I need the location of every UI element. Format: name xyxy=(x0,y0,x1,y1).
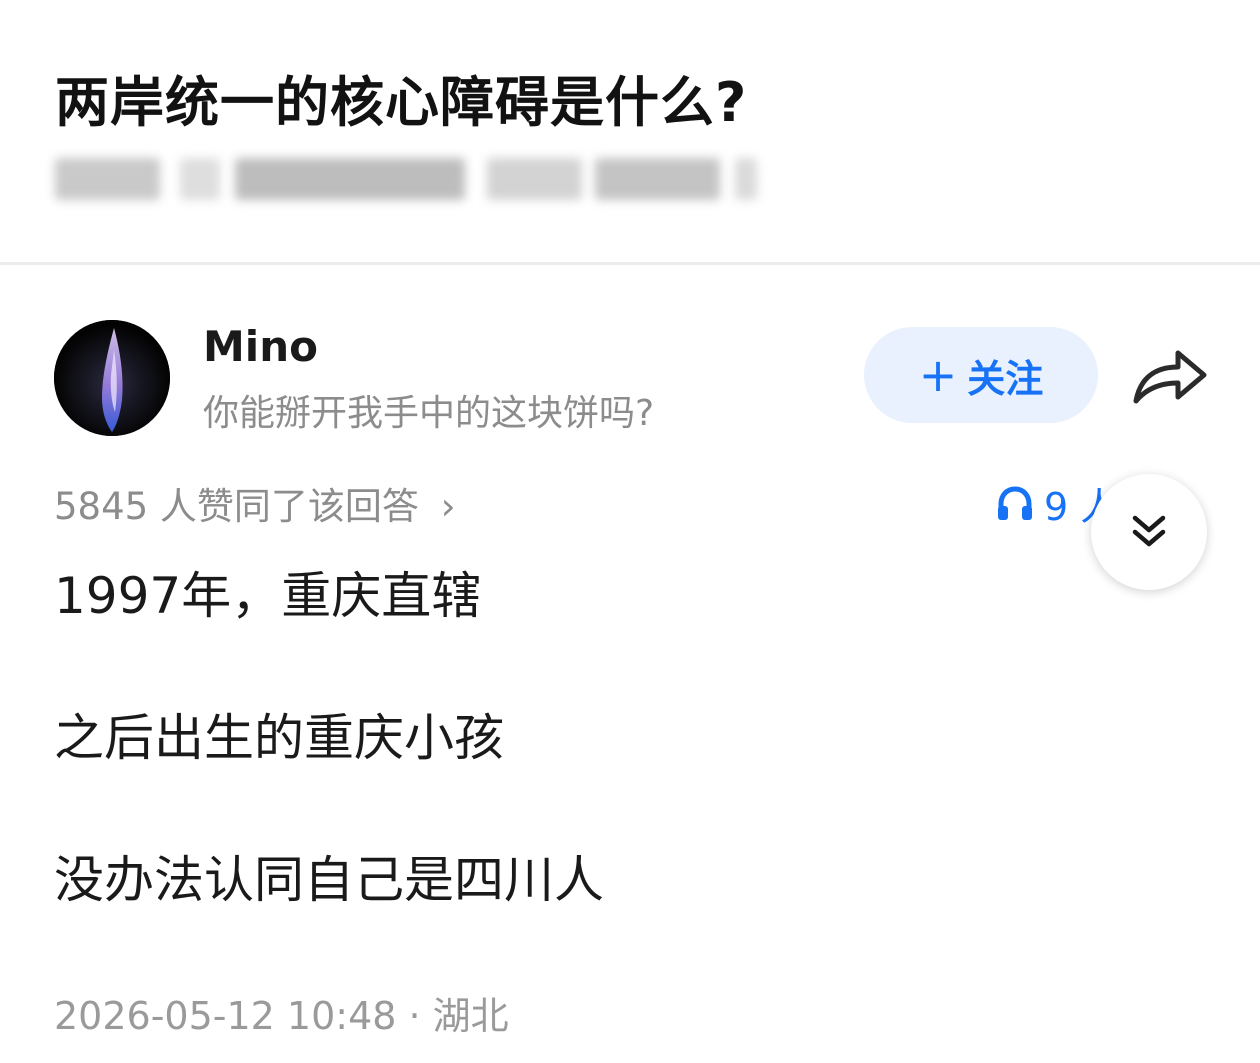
plus-icon: + xyxy=(918,348,958,402)
follow-label: 关注 xyxy=(967,356,1044,401)
author-avatar[interactable] xyxy=(54,320,170,436)
flame-image xyxy=(54,320,170,436)
answer-paragraph: 之后出生的重庆小孩 xyxy=(54,709,504,767)
headphones-icon xyxy=(998,485,1032,520)
author-bio: 你能掰开我手中的这块饼吗? xyxy=(203,393,655,434)
answer-paragraph: 没办法认同自己是四川人 xyxy=(54,851,604,909)
collapse-fab-button[interactable] xyxy=(1091,474,1207,590)
section-divider xyxy=(0,262,1260,265)
redacted-question-meta xyxy=(55,158,757,200)
question-title: 两岸统一的核心障碍是什么? xyxy=(55,71,748,134)
answer-time-location: 2026-05-12 10:48 · 湖北 xyxy=(54,994,509,1038)
chevron-right-icon: › xyxy=(440,485,456,528)
double-chevron-down-icon xyxy=(1132,515,1166,547)
likes-text: 5845 人赞同了该回答 xyxy=(54,485,419,528)
author-name[interactable]: Mino xyxy=(203,322,318,371)
likes-count-link[interactable]: 5845 人赞同了该回答 › xyxy=(54,476,456,530)
answer-paragraph: 1997年，重庆直辖 xyxy=(54,567,482,625)
share-arrow-icon[interactable] xyxy=(1132,345,1208,407)
follow-button[interactable]: + 关注 xyxy=(864,327,1098,423)
